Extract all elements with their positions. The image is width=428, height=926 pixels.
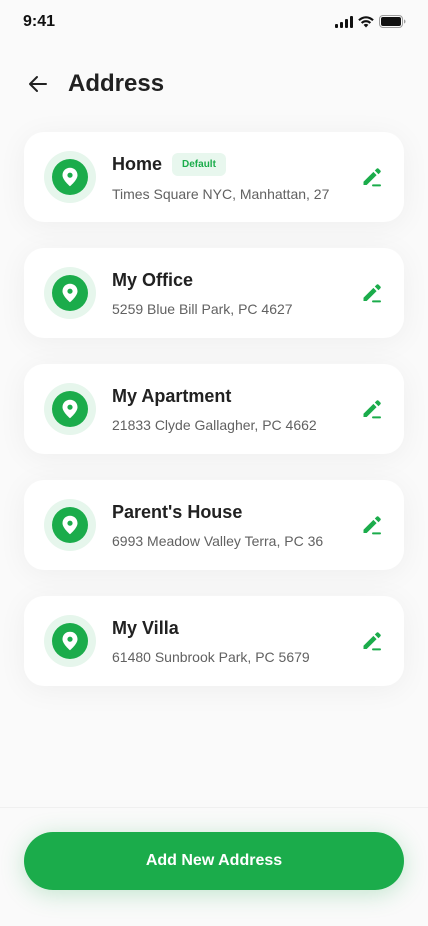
edit-button[interactable] bbox=[360, 281, 384, 305]
status-icons bbox=[335, 15, 406, 28]
address-card-villa[interactable]: My Villa 61480 Sunbrook Park, PC 5679 bbox=[24, 596, 404, 686]
location-badge bbox=[44, 151, 96, 203]
edit-button[interactable] bbox=[360, 165, 384, 189]
add-new-address-button[interactable]: Add New Address bbox=[24, 832, 404, 890]
wifi-icon bbox=[358, 15, 374, 27]
address-text: My Apartment 21833 Clyde Gallagher, PC 4… bbox=[112, 386, 360, 433]
edit-pencil-icon bbox=[363, 284, 381, 303]
location-badge bbox=[44, 499, 96, 551]
address-list: Home Default Times Square NYC, Manhattan… bbox=[24, 132, 404, 712]
edit-button[interactable] bbox=[360, 629, 384, 653]
edit-pencil-icon bbox=[363, 516, 381, 535]
page-title: Address bbox=[68, 70, 165, 97]
address-line: 21833 Clyde Gallagher, PC 4662 bbox=[112, 416, 317, 433]
location-pin-icon bbox=[62, 167, 78, 187]
footer: Add New Address bbox=[0, 807, 428, 926]
location-pin-icon bbox=[62, 515, 78, 535]
location-pin-icon bbox=[62, 631, 78, 651]
address-card-office[interactable]: My Office 5259 Blue Bill Park, PC 4627 bbox=[24, 248, 404, 338]
edit-pencil-icon bbox=[363, 168, 381, 187]
header: Address bbox=[24, 62, 404, 106]
status-bar: 9:41 bbox=[0, 0, 428, 44]
location-badge bbox=[44, 615, 96, 667]
edit-button[interactable] bbox=[360, 397, 384, 421]
address-line: 6993 Meadow Valley Terra, PC 36 bbox=[112, 532, 324, 549]
edit-pencil-icon bbox=[363, 400, 381, 419]
address-card-apartment[interactable]: My Apartment 21833 Clyde Gallagher, PC 4… bbox=[24, 364, 404, 454]
address-line: 61480 Sunbrook Park, PC 5679 bbox=[112, 648, 310, 665]
location-badge bbox=[44, 267, 96, 319]
arrow-left-icon bbox=[29, 76, 47, 92]
battery-icon bbox=[379, 15, 406, 28]
address-text: Parent's House 6993 Meadow Valley Terra,… bbox=[112, 502, 360, 549]
address-name: Parent's House bbox=[112, 501, 243, 522]
address-card-home[interactable]: Home Default Times Square NYC, Manhattan… bbox=[24, 132, 404, 222]
address-line: Times Square NYC, Manhattan, 27 bbox=[112, 185, 330, 202]
default-badge: Default bbox=[172, 152, 226, 176]
address-text: Home Default Times Square NYC, Manhattan… bbox=[112, 152, 360, 202]
status-time: 9:41 bbox=[23, 13, 56, 30]
address-card-parents-house[interactable]: Parent's House 6993 Meadow Valley Terra,… bbox=[24, 480, 404, 570]
location-pin-icon bbox=[62, 283, 78, 303]
location-badge bbox=[44, 383, 96, 435]
edit-pencil-icon bbox=[363, 632, 381, 651]
location-pin-icon bbox=[62, 399, 78, 419]
address-line: 5259 Blue Bill Park, PC 4627 bbox=[112, 300, 293, 317]
address-text: My Villa 61480 Sunbrook Park, PC 5679 bbox=[112, 618, 360, 665]
address-name: My Apartment bbox=[112, 385, 232, 406]
signal-icon bbox=[335, 15, 353, 28]
edit-button[interactable] bbox=[360, 513, 384, 537]
address-name: Home bbox=[112, 153, 163, 174]
address-text: My Office 5259 Blue Bill Park, PC 4627 bbox=[112, 270, 360, 317]
back-button[interactable] bbox=[24, 70, 52, 98]
address-name: My Office bbox=[112, 269, 194, 290]
address-name: My Villa bbox=[112, 617, 179, 638]
